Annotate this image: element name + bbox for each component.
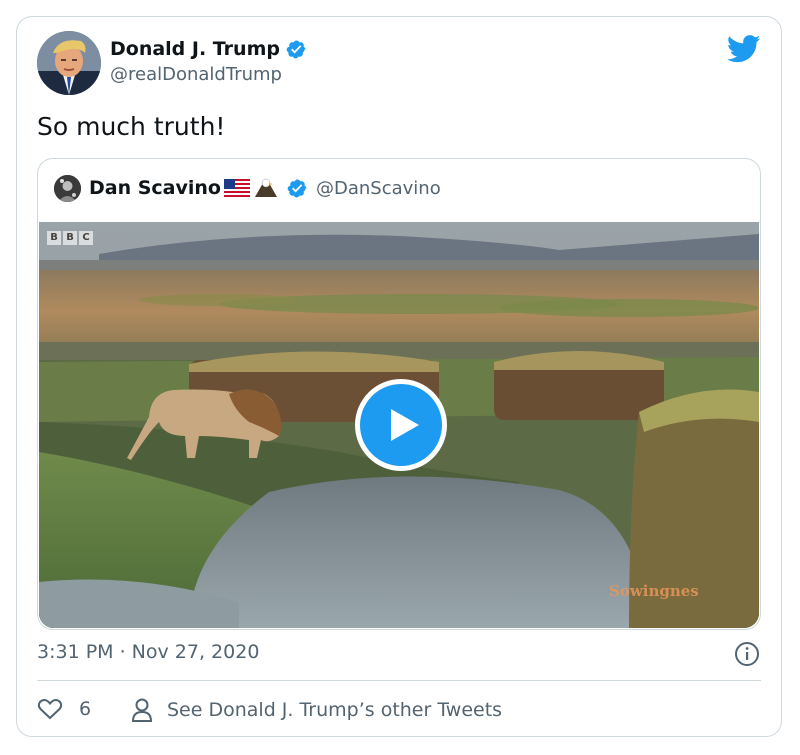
verified-badge-icon bbox=[287, 179, 307, 197]
video-watermark: Sowingnes bbox=[609, 582, 699, 600]
author-avatar[interactable] bbox=[37, 31, 101, 95]
tweet-text: So much truth! bbox=[37, 112, 226, 141]
quoted-author-avatar[interactable] bbox=[54, 174, 81, 202]
channel-logo: B B C bbox=[47, 231, 93, 245]
play-button-fill bbox=[360, 384, 442, 466]
play-icon bbox=[391, 409, 419, 441]
author-name-row[interactable]: Donald J. Trump bbox=[110, 38, 307, 60]
likes-count: 6 bbox=[79, 698, 92, 720]
quoted-author-handle[interactable]: @DanScavino bbox=[316, 178, 441, 199]
see-other-tweets-label[interactable]: See Donald J. Trump’s other Tweets bbox=[167, 699, 502, 721]
eagle-emoji bbox=[253, 177, 279, 199]
logo-letter: B bbox=[63, 231, 77, 245]
person-icon bbox=[131, 698, 153, 722]
author-handle[interactable]: @realDonaldTrump bbox=[110, 64, 282, 85]
video-player[interactable]: B B C Sowingnes bbox=[39, 222, 759, 628]
us-flag-emoji bbox=[223, 179, 250, 197]
like-button[interactable]: 6 bbox=[37, 697, 91, 721]
tweet-timestamp[interactable]: 3:31 PM · Nov 27, 2020 bbox=[37, 641, 259, 663]
quoted-tweet[interactable]: Dan Scavino @DanScavino B B C Sowingnes bbox=[37, 158, 761, 630]
quoted-tweet-header: Dan Scavino @DanScavino bbox=[54, 173, 441, 203]
quoted-author-name[interactable]: Dan Scavino bbox=[89, 177, 221, 199]
see-other-tweets-link[interactable]: See Donald J. Trump’s other Tweets bbox=[131, 697, 502, 723]
divider bbox=[37, 680, 761, 681]
logo-letter: B bbox=[47, 231, 61, 245]
author-name[interactable]: Donald J. Trump bbox=[110, 38, 280, 60]
play-button[interactable] bbox=[355, 379, 447, 471]
info-icon[interactable] bbox=[734, 641, 760, 667]
heart-icon bbox=[37, 699, 63, 720]
logo-letter: C bbox=[79, 231, 93, 245]
twitter-bird-icon[interactable] bbox=[727, 35, 761, 63]
verified-badge-icon bbox=[286, 40, 306, 58]
